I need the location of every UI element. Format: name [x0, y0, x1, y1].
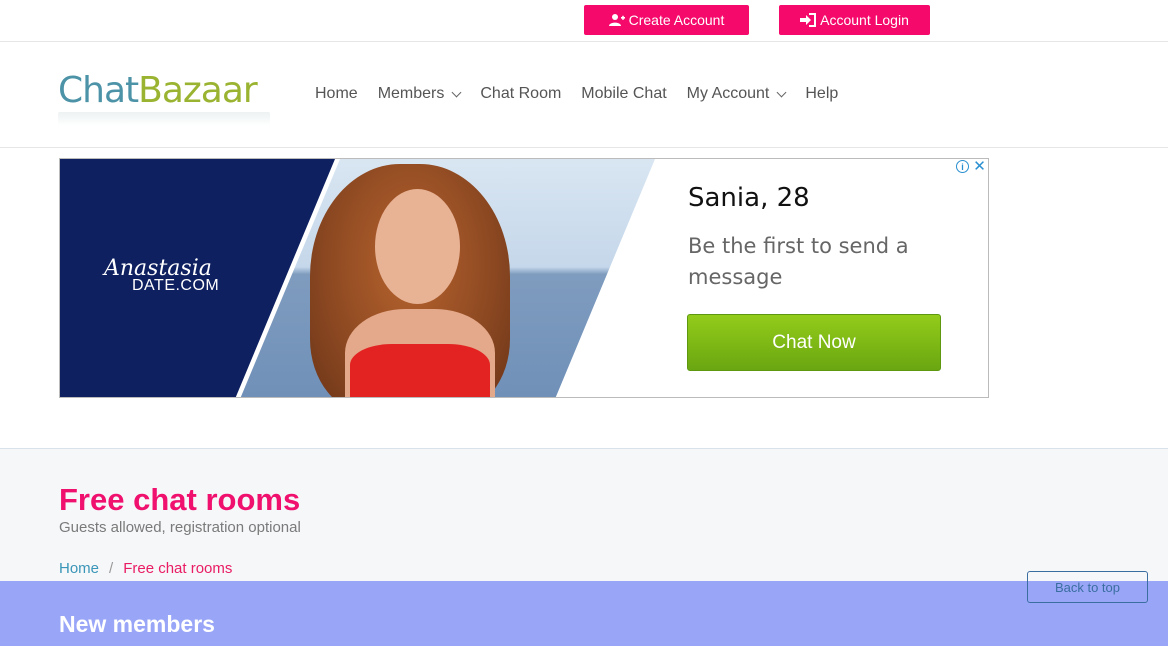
logo-bazaar-text: Bazaar: [138, 70, 258, 111]
main-nav: Home Members Chat Room Mobile Chat My Ac…: [315, 85, 858, 103]
nav-mobile-chat[interactable]: Mobile Chat: [581, 85, 666, 103]
page-title: Free chat rooms: [59, 482, 301, 517]
nav-chat-room-label: Chat Room: [480, 85, 562, 102]
create-account-label: Create Account: [628, 12, 725, 28]
close-icon[interactable]: ✕: [973, 159, 986, 174]
sign-in-icon: [800, 13, 817, 27]
top-bar: Create Account Account Login: [0, 0, 1168, 42]
site-header: ChatBazaar Home Members Chat Room Mobile…: [0, 42, 1168, 148]
nav-mobile-chat-label: Mobile Chat: [581, 85, 667, 102]
new-members-section: New members: [0, 581, 1168, 646]
breadcrumb-separator: /: [109, 560, 114, 577]
nav-home-label: Home: [315, 85, 358, 102]
ad-brand-logo: Anastasia DATE.COM: [98, 256, 219, 295]
user-plus-icon: [608, 14, 625, 26]
nav-help-label: Help: [805, 85, 839, 102]
nav-members-label: Members: [377, 85, 445, 102]
logo-chat-text: Chat: [58, 70, 139, 111]
page-intro: Free chat rooms Guests allowed, registra…: [0, 448, 1168, 581]
ad-corner-controls: i ✕: [956, 159, 986, 174]
account-login-button[interactable]: Account Login: [779, 5, 930, 35]
ad-name-age: Sania, 28: [688, 183, 810, 213]
nav-help[interactable]: Help: [805, 85, 838, 103]
account-login-label: Account Login: [820, 12, 909, 28]
chevron-down-icon: [776, 87, 787, 97]
info-icon[interactable]: i: [956, 160, 969, 173]
chevron-down-icon: [451, 87, 462, 97]
ad-brand-domain: DATE.COM: [132, 277, 220, 294]
nav-my-account-label: My Account: [686, 85, 770, 102]
ad-message: Be the first to send a message: [688, 234, 909, 289]
create-account-button[interactable]: Create Account: [584, 5, 749, 35]
back-to-top-button[interactable]: Back to top: [1027, 571, 1148, 603]
logo-reflection: [58, 112, 270, 126]
ad-image-area: Anastasia DATE.COM: [60, 159, 660, 397]
nav-my-account[interactable]: My Account: [686, 85, 787, 103]
nav-home[interactable]: Home: [315, 85, 358, 103]
chat-now-button[interactable]: Chat Now: [687, 314, 941, 371]
new-members-title: New members: [59, 611, 215, 637]
ad-photo-dress: [350, 344, 490, 397]
ad-photo-face: [375, 189, 460, 304]
breadcrumb-current: Free chat rooms: [123, 560, 233, 577]
breadcrumb-home[interactable]: Home: [59, 560, 99, 577]
page-subtitle: Guests allowed, registration optional: [59, 519, 301, 536]
ad-banner[interactable]: Anastasia DATE.COM Sania, 28 Be the firs…: [59, 158, 989, 398]
breadcrumb: Home / Free chat rooms: [59, 560, 232, 577]
site-logo[interactable]: ChatBazaar: [58, 70, 258, 111]
nav-chat-room[interactable]: Chat Room: [480, 85, 561, 103]
nav-members[interactable]: Members: [377, 85, 462, 103]
